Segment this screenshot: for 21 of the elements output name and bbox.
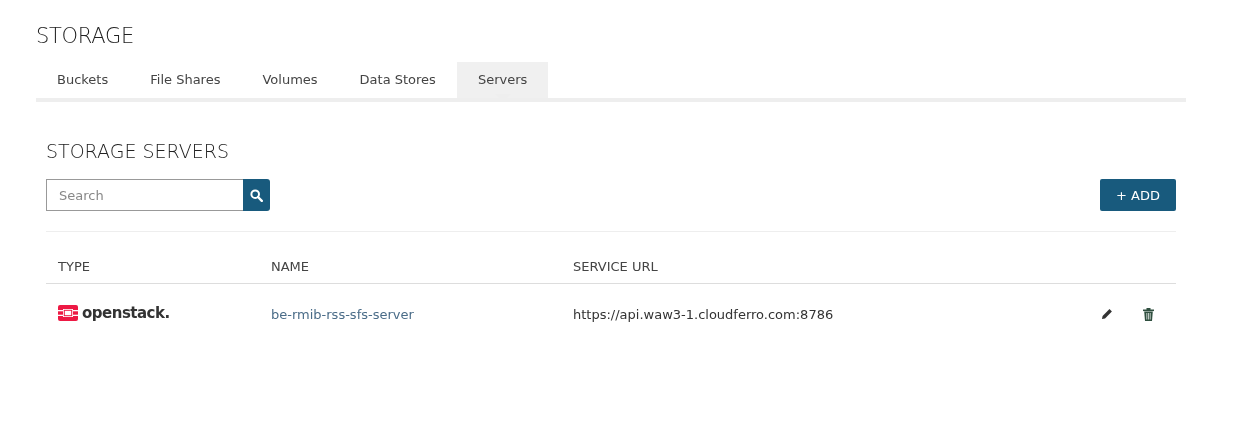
section-title: STORAGE SERVERS — [46, 140, 230, 162]
table-cell: be-rmib-rss-sfs-server — [259, 283, 561, 344]
edit-button[interactable] — [1101, 307, 1113, 321]
column-header: TYPE — [46, 250, 259, 284]
tab[interactable]: File Shares — [129, 62, 242, 98]
page-title: STORAGE — [36, 24, 135, 48]
column-header: NAME — [259, 250, 561, 284]
pencil-icon — [1101, 307, 1113, 320]
tab[interactable]: Data Stores — [338, 62, 457, 98]
column-header: SERVICE URL — [561, 250, 1032, 284]
tab[interactable]: Volumes — [241, 62, 339, 98]
add-button[interactable]: + ADD — [1100, 179, 1176, 211]
table-cell: https://api.waw3-1.cloudferro.com:8786 — [561, 283, 1032, 344]
logo-text: openstack. — [82, 304, 170, 322]
search-field[interactable]: Search — [46, 179, 243, 211]
logo-icon — [58, 305, 78, 321]
search-icon — [250, 188, 263, 202]
tab[interactable]: Buckets — [36, 62, 130, 98]
search-button[interactable] — [243, 179, 270, 211]
trash-icon — [1143, 307, 1154, 321]
delete-button[interactable] — [1143, 307, 1154, 321]
